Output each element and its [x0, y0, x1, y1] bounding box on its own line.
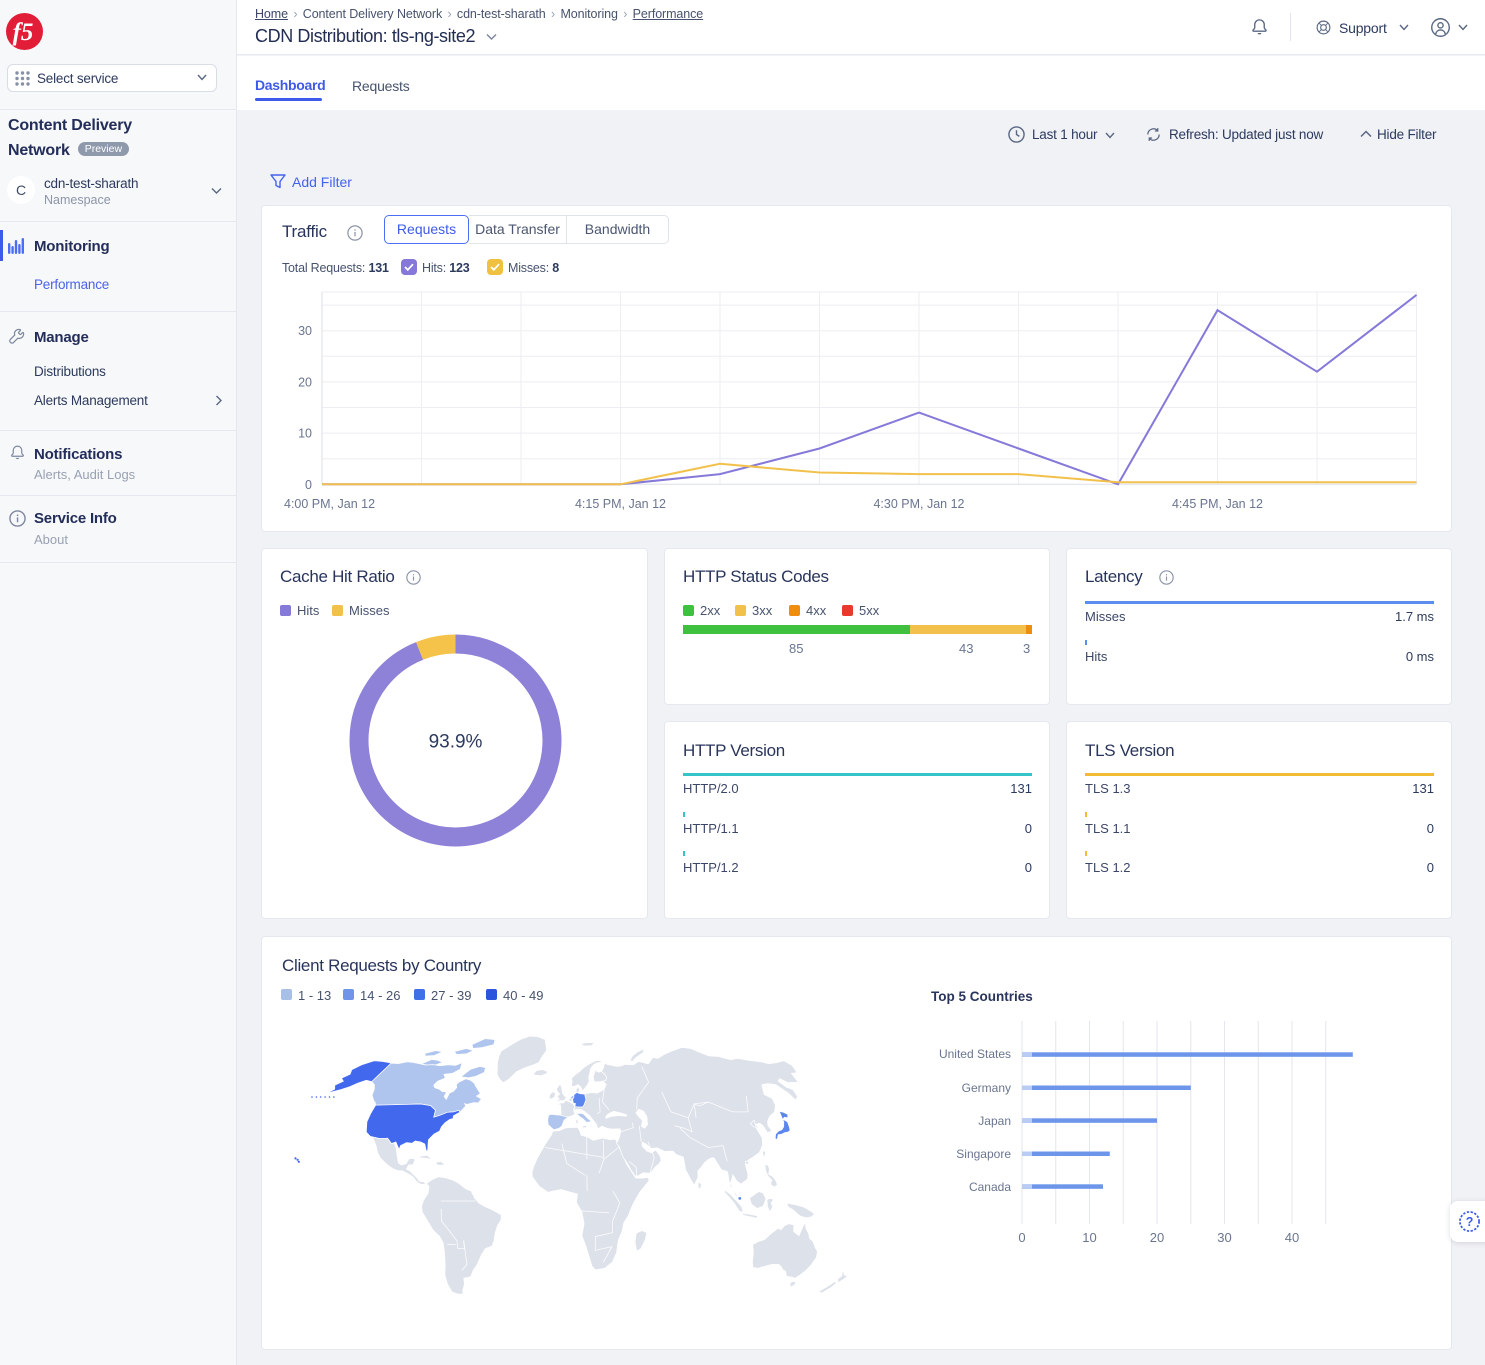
svg-text:4:45 PM, Jan 12: 4:45 PM, Jan 12	[1172, 497, 1263, 511]
svg-text:40: 40	[1285, 1230, 1299, 1245]
svg-text:Germany: Germany	[962, 1081, 1011, 1095]
svg-text:?: ?	[1466, 1215, 1474, 1229]
svg-text:10: 10	[298, 427, 312, 441]
svg-text:Top 5 Countries: Top 5 Countries	[931, 989, 1033, 1004]
svg-text:30: 30	[1217, 1230, 1231, 1245]
svg-text:0: 0	[305, 478, 312, 492]
svg-text:20: 20	[298, 375, 312, 389]
svg-text:Canada: Canada	[969, 1180, 1011, 1194]
svg-text:10: 10	[1082, 1230, 1096, 1245]
svg-text:4:00 PM, Jan 12: 4:00 PM, Jan 12	[284, 497, 375, 511]
svg-text:4:15 PM, Jan 12: 4:15 PM, Jan 12	[575, 497, 666, 511]
svg-text:0: 0	[1018, 1230, 1025, 1245]
svg-text:f5: f5	[13, 19, 34, 46]
svg-text:Japan: Japan	[978, 1114, 1011, 1128]
svg-text:30: 30	[298, 324, 312, 338]
svg-text:93.9%: 93.9%	[429, 732, 483, 753]
svg-text:4:30 PM, Jan 12: 4:30 PM, Jan 12	[873, 497, 964, 511]
svg-text:United States: United States	[939, 1047, 1011, 1061]
svg-text:20: 20	[1150, 1230, 1164, 1245]
svg-text:Singapore: Singapore	[956, 1147, 1011, 1161]
